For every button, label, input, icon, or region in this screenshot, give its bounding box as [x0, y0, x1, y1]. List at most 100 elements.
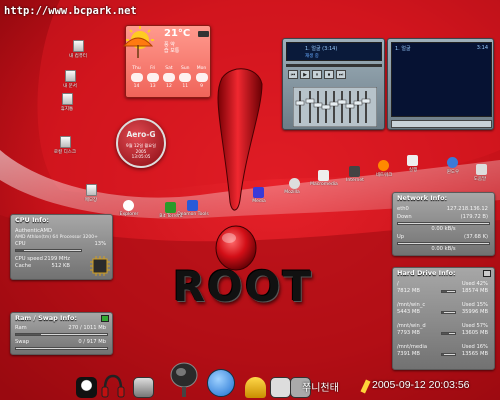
explorer-icon[interactable]	[123, 200, 134, 211]
prev-icon[interactable]: ⏮	[288, 70, 298, 79]
trash-icon[interactable]	[62, 93, 73, 105]
cpu-usage: CPU 13%	[15, 241, 108, 248]
row-icon-label[interactable]: 실행	[396, 167, 430, 173]
player-display: 1. 얼굴 (3:14) 재생 중	[286, 42, 382, 61]
row-icon-label[interactable]: 윈도우	[436, 169, 470, 175]
playlist-toolbar[interactable]	[391, 120, 492, 128]
drive-total: 13605 MB	[461, 330, 490, 337]
network-down-rate-value: 0.00 kB/s	[431, 226, 456, 232]
drive-total-value: 13605 MB	[461, 330, 488, 336]
row-icon-label[interactable]: Deamon Tools	[176, 212, 210, 217]
user-icon[interactable]	[245, 377, 266, 398]
drive-total-value: 35996 MB	[461, 309, 488, 315]
forecast-day-name: Mon	[196, 66, 207, 71]
equalizer[interactable]	[293, 87, 377, 127]
player-controls: ⏮ ▶ ⏸ ⏹ ⏭	[288, 70, 378, 79]
computer-icon[interactable]	[73, 40, 84, 52]
forecast-day: Sat 12	[162, 66, 177, 96]
desktop: http://www.bcpark.net 21°C 풍 약 습 보통 Thu …	[0, 0, 500, 400]
forecast-day-name: Thu	[132, 66, 141, 71]
macromedia-icon[interactable]	[318, 170, 329, 181]
drive-row: / Used 42%	[397, 281, 490, 288]
mozilla-icon[interactable]	[289, 178, 300, 189]
playlist-item[interactable]: 1. 얼굴	[395, 45, 411, 52]
satellite-dish-icon[interactable]	[168, 361, 200, 399]
drive-used: Used 16%	[461, 344, 488, 350]
row-icon-label[interactable]: Internet	[338, 178, 372, 183]
forecast-row: Thu 14 Fri 13 Sat 12 Sun 11 Mon 9	[129, 66, 209, 96]
row-icon-label[interactable]: Media	[242, 199, 276, 204]
forecast-day-name: Sat	[165, 66, 173, 71]
disk-icon[interactable]	[60, 136, 71, 148]
network-up-rate-value: 0.00 kB/s	[431, 246, 456, 252]
run-icon[interactable]	[407, 155, 418, 166]
drive-free-value: 7812 MB	[397, 288, 420, 294]
clock-widget[interactable]: Aero-G 9월 12일 월요일 2005 13:05:05	[116, 118, 166, 168]
help-icon[interactable]	[476, 164, 487, 175]
cpu-model: AMD Athlon(tm) 64 Processor 3200+	[15, 234, 108, 241]
row-icon-label[interactable]: Mozilla	[275, 190, 309, 195]
weather-widget[interactable]: 21°C 풍 약 습 보통 Thu 14 Fri 13 Sat 12 Sun 1…	[122, 25, 211, 98]
clock-time: 13:05:05	[131, 154, 151, 159]
headphones-icon[interactable]	[101, 373, 125, 399]
cloud-icon	[130, 73, 143, 82]
next-icon[interactable]: ⏭	[336, 70, 346, 79]
linux-penguin-icon[interactable]	[76, 377, 97, 398]
folder-icon[interactable]	[65, 70, 76, 82]
drive-free: 5443 MB	[397, 309, 439, 316]
desktop-icon-label[interactable]: 내 컴퓨터	[61, 53, 95, 59]
drive-free-value: 5443 MB	[397, 309, 420, 315]
cpu-panel-title: CPU Info:	[15, 216, 50, 224]
drive-row: /mnt/win_c Used 15%	[397, 302, 490, 309]
drive-usage-bar	[441, 332, 456, 335]
forecast-day: Fri 13	[145, 66, 160, 96]
windows-icon[interactable]	[447, 157, 458, 168]
camera-icon[interactable]	[133, 377, 154, 398]
play-icon[interactable]: ▶	[300, 70, 310, 79]
media-player[interactable]: 1. 얼굴 (3:14) 재생 중 ⏮ ▶ ⏸ ⏹ ⏭	[282, 38, 385, 130]
drive-row: /mnt/media Used 16%	[397, 344, 490, 351]
network-up-bar	[397, 242, 490, 245]
harddrive-panel-title: Hard Drive Info:	[397, 269, 456, 277]
notepad-icon[interactable]	[86, 184, 97, 196]
player-seek-bar[interactable]	[286, 64, 382, 67]
cpu-usage-fill	[16, 250, 25, 251]
daemon-tools-icon[interactable]	[187, 200, 198, 211]
ram-usage-fill	[16, 334, 41, 335]
network-up: Up (37.68 K)	[397, 234, 490, 241]
desktop-icon-label[interactable]: 메모장	[74, 197, 108, 203]
torrent-icon[interactable]	[165, 202, 176, 213]
wrench-icon[interactable]	[270, 377, 291, 398]
desktop-icon-label[interactable]: 로컬 디스크	[48, 149, 82, 155]
watermark-text: http://www.bcpark.net	[4, 5, 137, 17]
ram-panel: Ram / Swap Info: Ram 270 / 1011 Mb Swap 0 …	[10, 312, 113, 355]
network-down-total: (179.72 B)	[460, 214, 488, 220]
cpu-model-value: AMD Athlon(tm) 64 Processor 3200+	[15, 235, 98, 240]
playlist-window[interactable]: 1. 얼굴 3:14	[387, 38, 494, 130]
stop-icon[interactable]: ⏹	[324, 70, 334, 79]
media-icon[interactable]	[253, 187, 264, 198]
desktop-icon-label[interactable]: 휴지통	[50, 106, 84, 112]
row-icon-label[interactable]: Explorer	[112, 212, 146, 217]
ram-value: 270 / 1011 Mb	[68, 325, 106, 331]
ram-usage: Ram 270 / 1011 Mb	[15, 325, 108, 332]
desktop-icon-label[interactable]: 내 문서	[53, 83, 87, 89]
taskbar-label: 쭈니천태	[302, 383, 339, 394]
ram-usage-bar	[15, 333, 108, 336]
gnome-foot-icon[interactable]	[207, 369, 235, 397]
drive-free: 7793 MB	[397, 330, 439, 337]
row-icon-label[interactable]: Macromedia	[307, 182, 341, 187]
internet-icon[interactable]	[349, 166, 360, 177]
cpu-usage-value: 13%	[94, 241, 106, 247]
drive-usage-bar	[441, 353, 456, 356]
forecast-day-temp: 9	[200, 84, 203, 89]
pause-icon[interactable]: ⏸	[312, 70, 322, 79]
forecast-day-temp: 13	[149, 84, 156, 89]
row-icon-label[interactable]: 도움말	[463, 176, 497, 182]
network-up-total: (37.68 K)	[464, 234, 488, 240]
playlist-list[interactable]: 1. 얼굴 3:14	[391, 42, 492, 117]
playlist-item-time: 3:14	[476, 45, 488, 51]
network-icon[interactable]	[378, 160, 389, 171]
drive-usage-fill	[442, 312, 444, 313]
drive-name: /	[397, 281, 399, 287]
